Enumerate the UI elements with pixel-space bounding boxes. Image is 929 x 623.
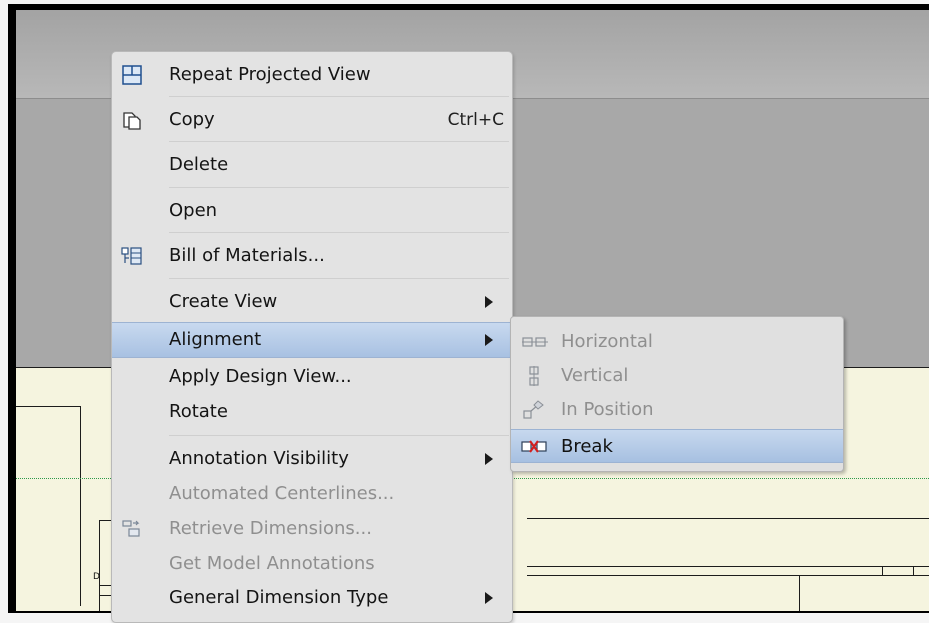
bill-of-materials-icon (121, 247, 142, 265)
menu-item-get-model-annotations[interactable]: Get Model Annotations (112, 546, 512, 582)
menu-item-delete[interactable]: Delete (112, 147, 512, 183)
menu-item-copy[interactable]: Copy Ctrl+C (112, 102, 512, 138)
menu-item-bill-of-materials[interactable]: Bill of Materials... (112, 238, 512, 274)
horizontal-align-icon (522, 337, 548, 347)
submenu-arrow-icon (485, 296, 493, 308)
menu-item-repeat-projected-view[interactable]: Repeat Projected View (112, 57, 512, 93)
retrieve-dimensions-icon (122, 520, 140, 537)
menu-item-rotate[interactable]: Rotate (112, 394, 512, 430)
context-menu: Repeat Projected View Copy Ctrl+C Delete… (111, 51, 513, 623)
menu-item-general-dimension-type[interactable]: General Dimension Type (112, 580, 512, 616)
copy-shortcut: Ctrl+C (447, 110, 504, 130)
submenu-item-horizontal[interactable]: Horizontal (511, 325, 843, 359)
menu-item-alignment[interactable]: Alignment (112, 322, 512, 358)
submenu-item-vertical[interactable]: Vertical (511, 359, 843, 393)
submenu-arrow-icon (485, 334, 493, 346)
copy-icon (123, 112, 141, 130)
menu-item-annotation-visibility[interactable]: Annotation Visibility (112, 441, 512, 477)
menu-item-apply-design-view[interactable]: Apply Design View... (112, 359, 512, 395)
in-position-icon (523, 400, 544, 419)
submenu-item-break[interactable]: Break (511, 429, 843, 463)
menu-item-open[interactable]: Open (112, 193, 512, 229)
zone-label: D (93, 572, 100, 582)
vertical-align-icon (529, 366, 539, 386)
submenu-arrow-icon (485, 453, 493, 465)
menu-item-automated-centerlines[interactable]: Automated Centerlines... (112, 476, 512, 512)
projected-view-icon (122, 65, 142, 85)
menu-item-retrieve-dimensions[interactable]: Retrieve Dimensions... (112, 511, 512, 547)
break-alignment-icon (521, 440, 547, 453)
submenu-arrow-icon (485, 592, 493, 604)
menu-item-create-view[interactable]: Create View (112, 284, 512, 320)
submenu-item-in-position[interactable]: In Position (511, 393, 843, 427)
alignment-submenu: Horizontal Vertical In Position Break (510, 316, 844, 472)
